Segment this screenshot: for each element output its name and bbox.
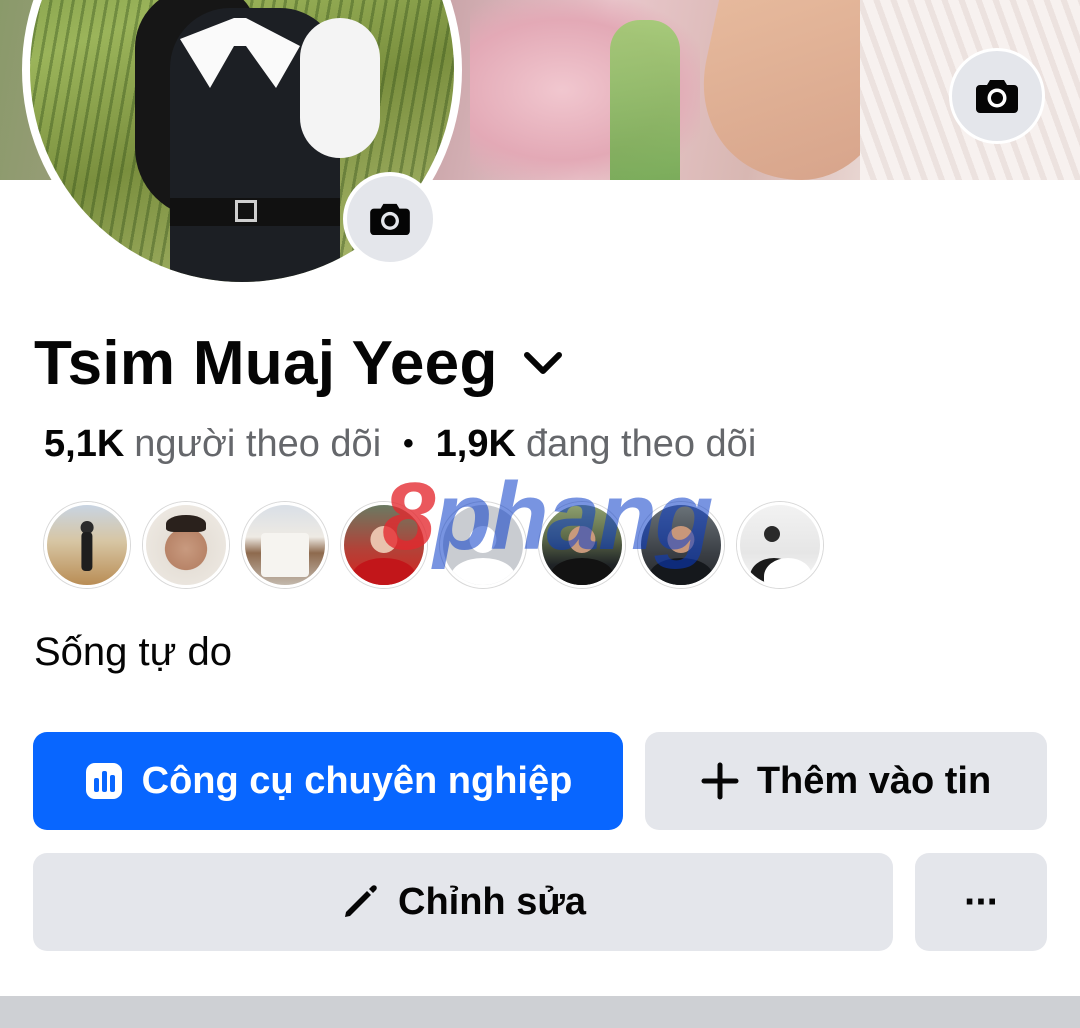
edit-profile-label: Chỉnh sửa xyxy=(398,880,586,923)
camera-icon xyxy=(976,80,1018,113)
bar-chart-icon xyxy=(84,761,124,801)
more-options-label: ··· xyxy=(964,879,1000,924)
watermark-logo: 8phang xyxy=(382,463,713,570)
profile-name: Tsim Muaj Yeeg xyxy=(34,329,498,398)
chevron-down-icon[interactable] xyxy=(520,341,566,387)
profile-bio: Sống tự do xyxy=(34,630,233,674)
pencil-icon xyxy=(340,882,380,922)
add-to-story-button[interactable]: Thêm vào tin xyxy=(645,732,1047,830)
camera-icon xyxy=(370,203,410,236)
professional-dashboard-label: Công cụ chuyên nghiệp xyxy=(141,759,573,802)
friend-avatar[interactable] xyxy=(737,502,823,588)
plus-icon xyxy=(701,762,739,800)
edit-cover-photo-button[interactable] xyxy=(949,48,1045,144)
edit-profile-button[interactable]: Chỉnh sửa xyxy=(33,853,893,951)
professional-dashboard-button[interactable]: Công cụ chuyên nghiệp xyxy=(33,732,623,830)
cover-photo-detail xyxy=(610,20,680,180)
edit-profile-picture-button[interactable] xyxy=(343,172,437,266)
friend-avatar[interactable] xyxy=(143,502,229,588)
section-divider xyxy=(0,996,1080,1028)
friend-avatar[interactable] xyxy=(44,502,130,588)
friend-avatar[interactable] xyxy=(242,502,328,588)
followers-label[interactable]: người theo dõi xyxy=(134,418,381,470)
profile-name-row[interactable]: Tsim Muaj Yeeg xyxy=(34,326,566,402)
followers-count[interactable]: 5,1K xyxy=(44,418,124,470)
add-to-story-label: Thêm vào tin xyxy=(756,759,992,802)
more-options-button[interactable]: ··· xyxy=(915,853,1047,951)
